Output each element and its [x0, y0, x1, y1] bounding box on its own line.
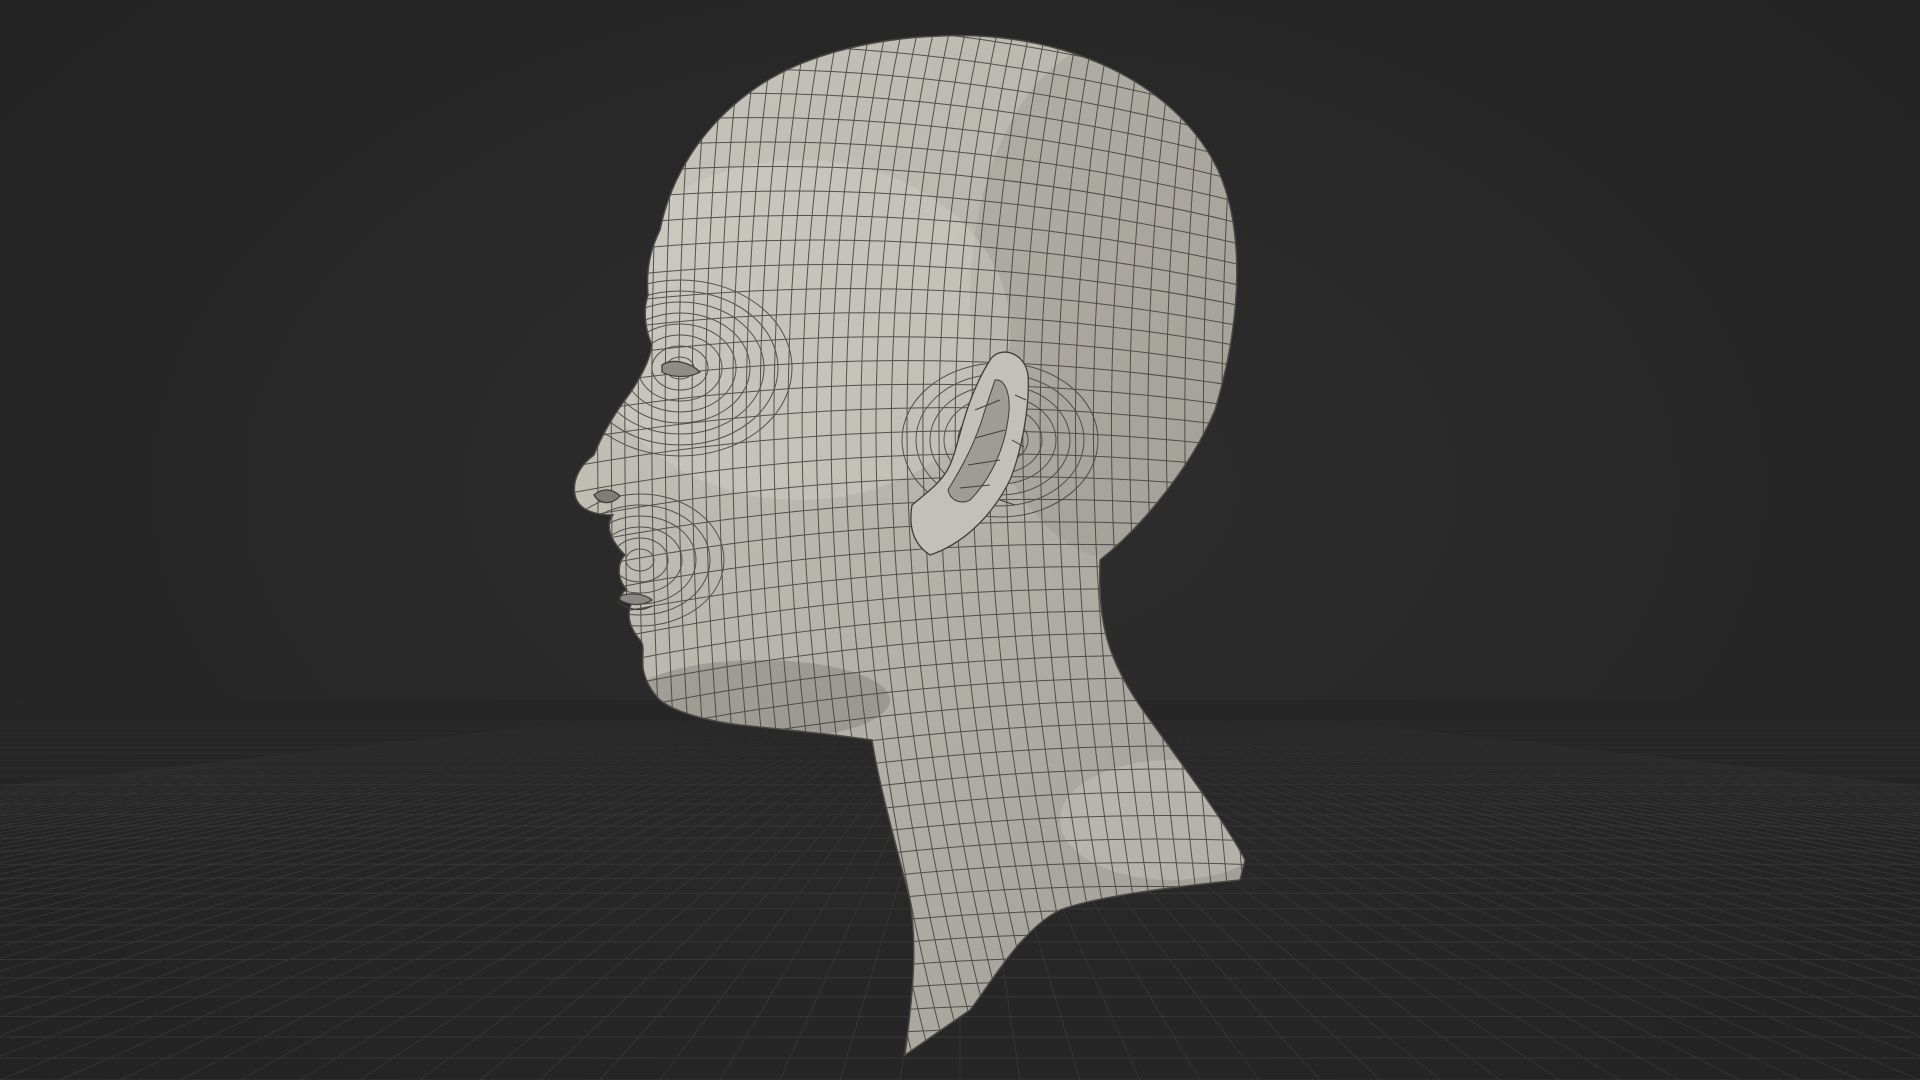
head-mesh[interactable] [556, 0, 1357, 1076]
mesh-edge-ring [596, 35, 608, 1055]
mesh-edge-ring [1296, 20, 1316, 1070]
mesh-edge-ring [1333, 20, 1344, 1070]
mesh-edge-ring [1221, 35, 1245, 1055]
mesh-edge-ring [1240, 35, 1245, 1055]
mesh-edge-ring [1278, 20, 1303, 1070]
mesh-edge-ring [1315, 20, 1330, 1070]
viewport-canvas[interactable] [0, 0, 1920, 1080]
mesh-edge-ring [1351, 20, 1357, 1070]
3d-viewport[interactable] [0, 0, 1920, 1080]
